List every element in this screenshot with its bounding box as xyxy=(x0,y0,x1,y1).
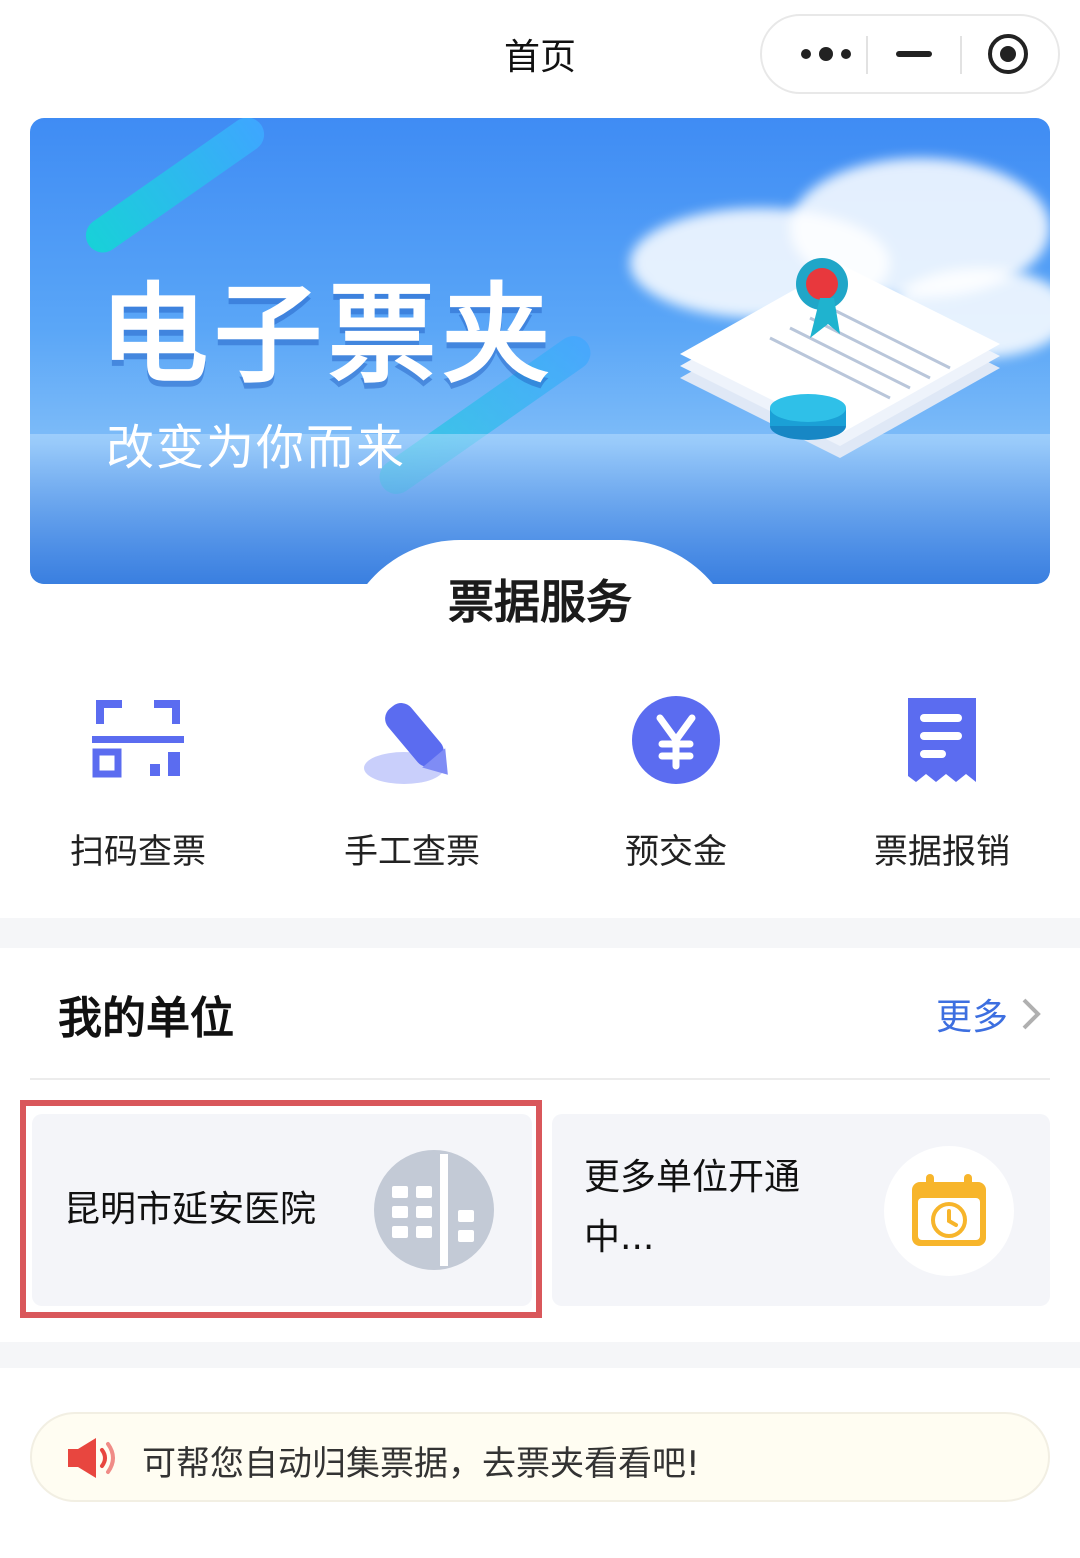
section-divider xyxy=(0,918,1080,948)
my-units-title: 我的单位 xyxy=(58,993,234,1044)
more-dots-icon xyxy=(801,47,851,61)
service-label: 手工查票 xyxy=(344,832,480,872)
divider xyxy=(30,1078,1050,1080)
calendar-clock-icon xyxy=(912,1174,986,1246)
yuan-coin-icon xyxy=(632,696,720,784)
selection-highlight xyxy=(20,1100,542,1318)
pen-icon xyxy=(364,703,448,784)
service-reimbursement[interactable]: 票据报销 xyxy=(842,690,1042,873)
service-label: 票据报销 xyxy=(874,832,1010,872)
notice-bar[interactable]: 可帮您自动归集票据，去票夹看看吧! xyxy=(30,1412,1050,1502)
more-link-label: 更多 xyxy=(935,997,1008,1038)
scan-qr-icon xyxy=(92,700,184,778)
documents-illustration-icon xyxy=(680,258,1000,458)
section-divider xyxy=(0,1342,1080,1368)
receipt-icon xyxy=(908,698,976,782)
service-prepayment[interactable]: 预交金 xyxy=(576,690,776,873)
unit-name-line1: 更多单位开通 xyxy=(584,1157,801,1198)
service-scan-query[interactable]: 扫码查票 xyxy=(38,690,238,873)
minimize-button[interactable] xyxy=(868,16,960,92)
more-options-button[interactable] xyxy=(780,16,872,92)
speaker-icon xyxy=(68,1438,115,1478)
target-close-icon xyxy=(988,34,1028,74)
banner-title: 电子票夹 xyxy=(100,273,557,398)
mini-program-capsule xyxy=(760,14,1060,94)
service-label: 扫码查票 xyxy=(70,832,206,872)
unit-name-line2: 中... xyxy=(584,1217,655,1258)
calendar-icon-circle xyxy=(884,1146,1014,1276)
notice-text: 可帮您自动归集票据，去票夹看看吧! xyxy=(142,1444,700,1484)
unit-card-more-coming[interactable]: 更多单位开通 中... xyxy=(552,1114,1050,1306)
banner-subtitle: 改变为你而来 xyxy=(106,420,407,476)
service-label: 预交金 xyxy=(625,832,727,872)
more-units-link[interactable]: 更多 xyxy=(936,988,1046,1040)
minimize-icon xyxy=(896,51,932,57)
close-button[interactable] xyxy=(962,16,1054,92)
chevron-right-icon xyxy=(1022,998,1041,1030)
service-manual-query[interactable]: 手工查票 xyxy=(312,690,512,873)
promo-banner[interactable]: 电子票夹 改变为你而来 xyxy=(30,118,1050,584)
services-section-title: 票据服务 xyxy=(448,575,632,629)
